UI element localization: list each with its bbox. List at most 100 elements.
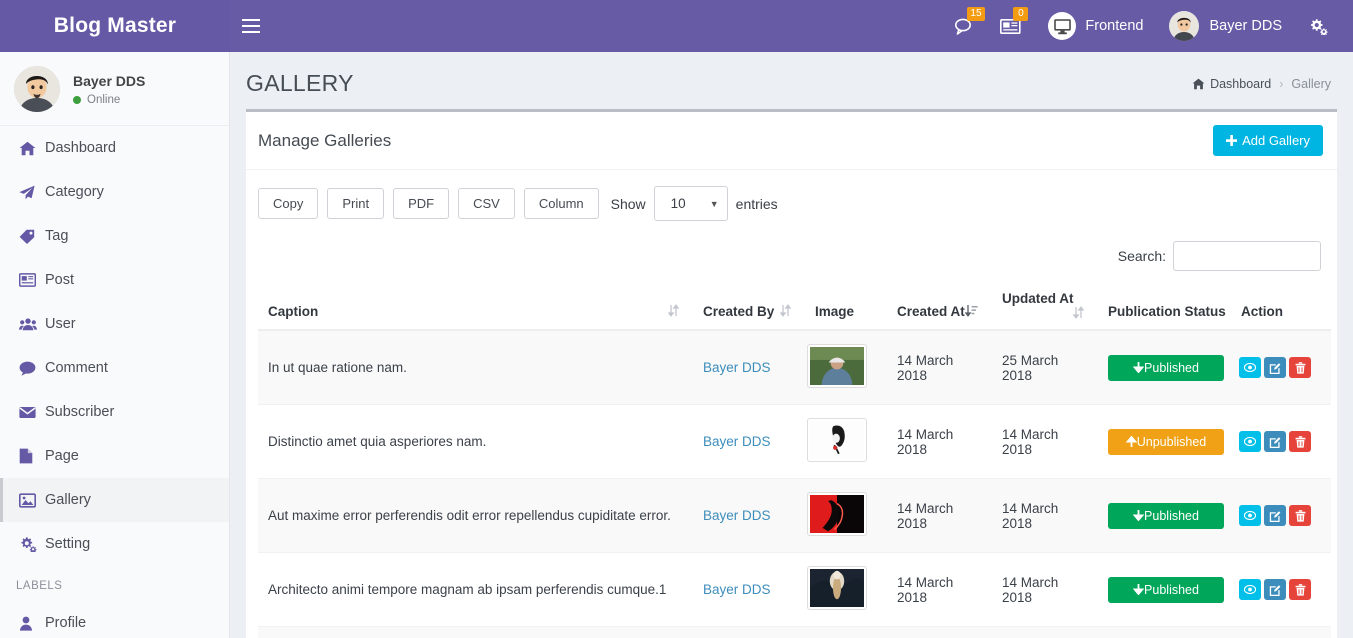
frontend-link[interactable]: Frontend bbox=[1035, 0, 1156, 52]
sidebar-item-setting[interactable]: Setting bbox=[0, 522, 229, 566]
cell-created-at: 14 March 2018 bbox=[887, 330, 992, 405]
gallery-thumbnail[interactable] bbox=[807, 418, 867, 462]
cell-image bbox=[805, 552, 887, 627]
column-header-created-by[interactable]: Created By bbox=[693, 283, 805, 331]
delete-button[interactable] bbox=[1289, 431, 1311, 452]
column-button[interactable]: Column bbox=[523, 188, 599, 219]
sidebar-item-comment[interactable]: Comment bbox=[0, 346, 229, 390]
author-link[interactable]: Bayer DDS bbox=[703, 582, 771, 597]
messages-menu[interactable]: 15 bbox=[941, 0, 987, 52]
sidebar-item-label: Profile bbox=[45, 614, 87, 631]
author-link[interactable]: Bayer DDS bbox=[703, 360, 771, 375]
brand-logo[interactable]: Blog Master bbox=[0, 0, 230, 52]
sidebar-item-subscriber[interactable]: Subscriber bbox=[0, 390, 229, 434]
edit-button[interactable] bbox=[1264, 357, 1286, 378]
edit-button[interactable] bbox=[1264, 579, 1286, 600]
sidebar-item-dashboard[interactable]: Dashboard bbox=[0, 126, 229, 170]
status-badge[interactable]: Published bbox=[1108, 576, 1224, 603]
sidebar-item-gallery[interactable]: Gallery bbox=[0, 478, 229, 522]
image-icon bbox=[19, 492, 45, 508]
arrow-down-icon bbox=[1133, 361, 1145, 375]
cell-caption: In ut quae ratione nam. bbox=[258, 330, 693, 405]
sort-both-icon[interactable] bbox=[780, 304, 791, 317]
status-badge-label: Published bbox=[1144, 360, 1199, 375]
delete-button[interactable] bbox=[1289, 579, 1311, 600]
search-input[interactable] bbox=[1173, 241, 1321, 271]
sidebar-user-status: Online bbox=[73, 94, 145, 106]
sidebar-item-label: Page bbox=[45, 447, 79, 464]
status-badge[interactable]: Unpublished bbox=[1108, 428, 1224, 455]
sidebar-item-tag[interactable]: Tag bbox=[0, 214, 229, 258]
edit-button[interactable] bbox=[1264, 431, 1286, 452]
gallery-thumbnail[interactable] bbox=[807, 344, 867, 388]
settings-menu[interactable] bbox=[1295, 0, 1341, 52]
copy-button[interactable]: Copy bbox=[258, 188, 319, 219]
column-header-created-at[interactable]: Created At bbox=[887, 283, 992, 331]
gears-icon bbox=[1308, 17, 1328, 35]
column-header-caption[interactable]: Caption bbox=[258, 283, 693, 331]
page-length-select[interactable]: 102550100 bbox=[653, 186, 728, 221]
sidebar-item-user[interactable]: User bbox=[0, 302, 229, 346]
tag-icon bbox=[19, 229, 45, 244]
sidebar-item-post[interactable]: Post bbox=[0, 258, 229, 302]
file-icon bbox=[19, 448, 45, 464]
table-row: Distinctio amet quia asperiores nam. Baye… bbox=[258, 404, 1331, 479]
cell-caption: Distinctio amet quia asperiores nam. bbox=[258, 404, 693, 479]
page-title: GALLERY bbox=[246, 70, 354, 96]
newspaper-icon bbox=[19, 273, 45, 287]
column-header-label: Updated At bbox=[1002, 291, 1074, 306]
cell-publication-status: Published bbox=[1098, 330, 1231, 405]
page-header: GALLERY Dashboard › Gallery bbox=[230, 52, 1353, 109]
view-button[interactable] bbox=[1239, 357, 1261, 378]
gallery-thumbnail[interactable] bbox=[807, 566, 867, 610]
column-header-label: Publication Status bbox=[1108, 304, 1226, 319]
sort-both-icon[interactable] bbox=[668, 304, 679, 317]
cell-action bbox=[1231, 552, 1331, 627]
sidebar-item-page[interactable]: Page bbox=[0, 434, 229, 478]
datatable-toolbar: Copy Print PDF CSV Column Show 102550100… bbox=[258, 182, 1323, 227]
cell-created-at: 14 March 2018 bbox=[887, 552, 992, 627]
sort-both-icon[interactable] bbox=[1073, 306, 1084, 319]
sidebar-user-panel[interactable]: Bayer DDS Online bbox=[0, 52, 229, 126]
print-button[interactable]: Print bbox=[327, 188, 385, 219]
view-button[interactable] bbox=[1239, 579, 1261, 600]
view-button[interactable] bbox=[1239, 505, 1261, 526]
column-header-label: Image bbox=[815, 304, 855, 319]
breadcrumb-dashboard-link[interactable]: Dashboard bbox=[1210, 77, 1271, 91]
table-row: In ut quae ratione nam. Bayer DDS 14 March… bbox=[258, 330, 1331, 405]
notifications-badge: 0 bbox=[1013, 7, 1029, 21]
add-gallery-button[interactable]: Add Gallery bbox=[1213, 125, 1323, 156]
table-header-row: Caption Created By Image Created At Updated … bbox=[258, 283, 1331, 331]
cell-created-by: Bayer DDS bbox=[693, 404, 805, 479]
csv-button[interactable]: CSV bbox=[458, 188, 515, 219]
gallery-thumbnail[interactable] bbox=[807, 492, 867, 536]
column-header-publication-status: Publication Status bbox=[1098, 283, 1231, 331]
sidebar-item-category[interactable]: Category bbox=[0, 170, 229, 214]
sidebar-item-profile[interactable]: Profile bbox=[0, 601, 229, 638]
cell-image bbox=[805, 478, 887, 553]
cell-publication-status: Published bbox=[1098, 552, 1231, 627]
user-menu[interactable]: Bayer DDS bbox=[1156, 0, 1295, 52]
pdf-button[interactable]: PDF bbox=[393, 188, 450, 219]
home-icon bbox=[19, 141, 45, 156]
status-badge[interactable]: Published bbox=[1108, 354, 1224, 381]
sort-desc-icon[interactable] bbox=[965, 304, 978, 317]
column-header-label: Action bbox=[1241, 304, 1283, 319]
search-label: Search: bbox=[1117, 248, 1166, 264]
page-length-wrap: 102550100 ▼ bbox=[653, 186, 728, 221]
author-link[interactable]: Bayer DDS bbox=[703, 434, 771, 449]
author-link[interactable]: Bayer DDS bbox=[703, 508, 771, 523]
delete-button[interactable] bbox=[1289, 505, 1311, 526]
view-button[interactable] bbox=[1239, 431, 1261, 452]
cell-created-by: Bayer DDS bbox=[693, 626, 805, 638]
user-menu-name: Bayer DDS bbox=[1209, 18, 1282, 34]
sidebar-section-header: LABELS bbox=[16, 580, 63, 592]
brand-title: Blog Master bbox=[53, 14, 177, 37]
delete-button[interactable] bbox=[1289, 357, 1311, 378]
column-header-updated-at[interactable]: Updated At bbox=[992, 283, 1098, 331]
manage-galleries-box: Manage Galleries Add Gallery Copy Print … bbox=[246, 109, 1337, 638]
status-badge[interactable]: Published bbox=[1108, 502, 1224, 529]
notifications-menu[interactable]: 0 bbox=[987, 0, 1035, 52]
edit-button[interactable] bbox=[1264, 505, 1286, 526]
hamburger-icon[interactable] bbox=[230, 0, 272, 52]
